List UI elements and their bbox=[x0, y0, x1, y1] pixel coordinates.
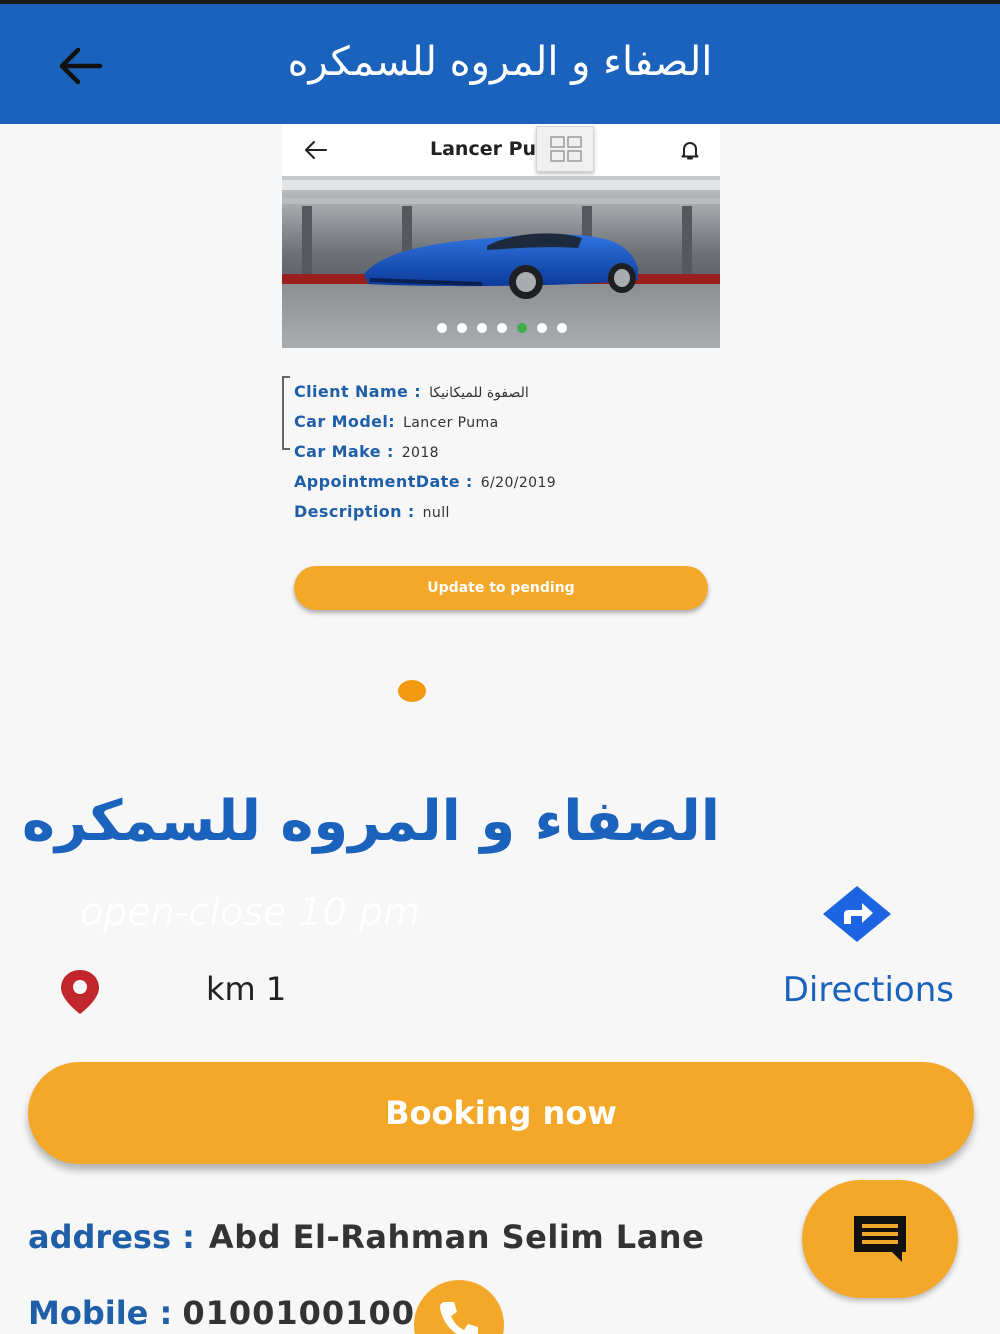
appointment-date-label: AppointmentDate : bbox=[294, 472, 473, 491]
arrow-left-icon bbox=[59, 47, 103, 85]
shop-name: الصفاء و المروه للسمكره bbox=[21, 789, 720, 854]
arrow-left-icon bbox=[305, 141, 327, 159]
chat-button[interactable] bbox=[802, 1180, 958, 1298]
description-label: Description : bbox=[294, 502, 415, 521]
address-label: address : bbox=[28, 1218, 195, 1256]
embedded-title: Lancer Pu bbox=[430, 138, 537, 160]
update-to-pending-button[interactable]: Update to pending bbox=[294, 566, 708, 610]
description-row: Description : null bbox=[294, 498, 714, 528]
client-name-value: الصفوة للميكانيكا bbox=[429, 385, 529, 401]
directions-icon[interactable] bbox=[820, 884, 894, 944]
mobile-label: Mobile : bbox=[28, 1294, 173, 1332]
address-row: address : Abd El-Rahman Selim Lane bbox=[28, 1218, 704, 1256]
app-bar-title: الصفاء و المروه للسمكره bbox=[287, 39, 713, 85]
chat-icon bbox=[854, 1216, 906, 1262]
client-name-row: Client Name : الصفوة للميكانيكا bbox=[294, 378, 714, 408]
phone-icon bbox=[440, 1302, 478, 1334]
embedded-app-bar: Lancer Pu bbox=[282, 124, 720, 176]
address-value: Abd El-Rahman Selim Lane bbox=[208, 1218, 705, 1256]
directions-link[interactable]: Directions bbox=[783, 970, 954, 1010]
mobile-row: Mobile :0100100100 bbox=[28, 1294, 415, 1332]
description-value: null bbox=[422, 505, 450, 521]
opening-hours: open-close 10 pm bbox=[80, 890, 421, 934]
mobile-value: 0100100100 bbox=[182, 1294, 415, 1332]
location-pin-icon bbox=[61, 970, 99, 1014]
call-button[interactable] bbox=[414, 1280, 504, 1334]
grid-view-button[interactable] bbox=[536, 126, 594, 172]
appointment-date-row: AppointmentDate : 6/20/2019 bbox=[294, 468, 714, 498]
car-make-label: Car Make : bbox=[294, 442, 394, 461]
distance-text: km 1 bbox=[206, 970, 287, 1008]
row-bracket bbox=[282, 376, 290, 450]
car-photo bbox=[282, 176, 720, 348]
page-indicator-dot[interactable] bbox=[398, 680, 426, 702]
booking-now-button[interactable]: Booking now bbox=[28, 1062, 974, 1164]
embedded-screenshot: Lancer Pu bbox=[282, 124, 720, 348]
appointment-date-value: 6/20/2019 bbox=[480, 475, 557, 491]
client-name-label: Client Name : bbox=[294, 382, 422, 401]
car-model-value: Lancer Puma bbox=[403, 415, 499, 431]
back-button[interactable] bbox=[52, 38, 108, 94]
car-model-label: Car Model: bbox=[294, 412, 396, 431]
car-make-row: Car Make : 2018 bbox=[294, 438, 714, 468]
bell-icon bbox=[681, 142, 699, 160]
car-make-value: 2018 bbox=[401, 445, 439, 461]
car-model-row: Car Model: Lancer Puma bbox=[294, 408, 714, 438]
appointment-details: Client Name : الصفوة للميكانيكا Car Model… bbox=[294, 378, 714, 528]
app-bar: الصفاء و المروه للسمكره bbox=[0, 4, 1000, 124]
grid-icon bbox=[550, 136, 582, 162]
